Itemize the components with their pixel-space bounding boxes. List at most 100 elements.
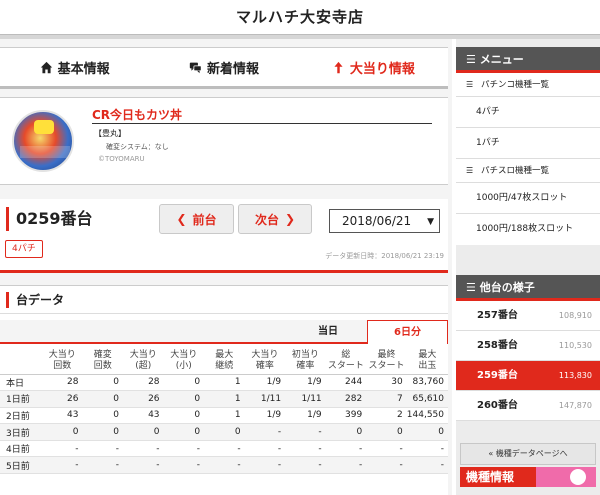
table-cell: -	[204, 440, 245, 458]
other-unit-258番台[interactable]: 258番台 110,530	[456, 331, 600, 361]
machine-kakuhen-system: 確変システム：なし	[106, 143, 169, 151]
tab-6days[interactable]: 6日分	[367, 320, 448, 344]
other-units-list: 257番台 108,910 258番台 110,530 259番台 113,830 260番…	[456, 301, 600, 421]
table-cell: -	[244, 440, 286, 458]
menu-item-4pachi[interactable]: 4パチ	[456, 97, 600, 128]
slot-header-label: パチスロ機種一覧	[481, 166, 550, 176]
other-units-title: 他台の様子	[479, 281, 535, 294]
table-body: 本日 28 0 28 0 1 1/9 1/9 244 30 83,760 1日前 26 0 26 0 1 1/11…	[0, 374, 448, 475]
table-cell: 28	[122, 374, 164, 392]
sidebar: ☰ メニュー ☰ パチンコ機種一覧 4パチ 1パチ ☰ パチスロ機種一覧 1000円…	[456, 39, 600, 495]
machine-image	[12, 110, 74, 172]
table-cell: 43	[41, 407, 83, 425]
row-label: 5日前	[0, 456, 42, 475]
menu-item-slot-47[interactable]: 1000円/47枚スロット	[456, 183, 600, 214]
column-header: 最大 出玉	[406, 348, 448, 375]
table-cell: 83,760	[406, 374, 448, 392]
table-header-row: 大当り 回数 確変 回数 大当り (超) 大当り (小) 最大 継続 大当り 確率 初当り 確率総スタート…	[0, 348, 448, 375]
other-unit-number: 258番台	[477, 340, 518, 351]
nav-jackpot-info[interactable]: 大当り情報	[299, 48, 448, 86]
table-cell: -	[325, 440, 367, 458]
other-unit-259番台[interactable]: 259番台 113,830	[456, 361, 600, 391]
pachinko-header-label: パチンコ機種一覧	[481, 80, 550, 90]
table-cell: 399	[325, 407, 367, 425]
table-row: 2日前 43 0 43 0 1 1/9 1/9 399 2 144,550	[0, 407, 448, 425]
column-header: 総スタート	[325, 348, 367, 375]
data-tabs: 当日 6日分	[0, 320, 448, 344]
menu-header: ☰ メニュー	[456, 47, 600, 73]
table-cell: 1/11	[244, 390, 286, 408]
table-cell: 0	[41, 423, 83, 441]
table-row: 3日前 0 0 0 0 0- -0 0 0	[0, 423, 448, 441]
machine-name[interactable]: CR今日もカツ丼	[92, 106, 182, 123]
table-row: 1日前 26 0 26 0 1 1/11 1/11 282 7 65,610	[0, 390, 448, 408]
table-cell: -	[285, 440, 326, 458]
nav-news[interactable]: 新着情報	[149, 48, 298, 86]
table-cell: -	[244, 423, 286, 441]
next-unit-button[interactable]: 次台 ❯	[238, 204, 312, 234]
up-arrow-icon	[334, 61, 343, 73]
prev-unit-button[interactable]: ❮ 前台	[159, 204, 234, 234]
table-cell: 0	[163, 407, 205, 425]
list-icon: ☰	[466, 166, 474, 175]
nav-label: 新着情報	[206, 61, 259, 77]
table-cell: -	[163, 440, 205, 458]
table-cell: -	[41, 440, 83, 458]
table-cell: -	[122, 440, 164, 458]
accent-bar	[6, 292, 9, 308]
home-icon	[40, 61, 52, 73]
column-header: 大当り (超)	[122, 348, 164, 375]
chevron-left-icon: ❮	[176, 212, 187, 226]
chevron-right-icon: ❯	[284, 212, 296, 226]
date-value: 2018/06/21	[342, 214, 412, 228]
nav-basic-info[interactable]: 基本情報	[0, 48, 149, 86]
table-cell: 0	[82, 374, 123, 392]
table-cell: -	[163, 456, 205, 475]
table-cell: 282	[325, 390, 367, 408]
date-select[interactable]: 2018/06/21 ▼	[329, 209, 440, 233]
table-cell: -	[82, 456, 123, 475]
table-cell: 0	[366, 423, 407, 441]
unit-number: 0259番台	[16, 209, 93, 228]
nav-label: 基本情報	[57, 61, 110, 77]
top-nav: 基本情報 新着情報 大当り情報	[0, 47, 448, 89]
table-cell: -	[122, 456, 164, 475]
table-cell: 0	[122, 423, 164, 441]
table-cell: 0	[163, 390, 205, 408]
table-row: 本日 28 0 28 0 1 1/9 1/9 244 30 83,760	[0, 374, 448, 392]
table-cell: 0	[204, 423, 245, 441]
table-cell: 0	[325, 423, 367, 441]
arrow-icon	[570, 469, 586, 485]
table-cell: -	[41, 456, 83, 475]
other-units-panel: ☰ 他台の様子 257番台 108,910 258番台 110,530 259番台 113…	[456, 275, 600, 421]
menu-item-1pachi[interactable]: 1パチ	[456, 128, 600, 159]
rate-tag: 4パチ	[5, 240, 43, 258]
menu-item-slot-188[interactable]: 1000円/188枚スロット	[456, 214, 600, 245]
next-unit-label: 次台	[254, 212, 279, 227]
table-cell: 1/9	[244, 407, 286, 425]
table-cell: 144,550	[406, 407, 448, 425]
column-header: 最終 スタート	[366, 348, 407, 375]
table-row: 5日前 - - - - - - - - - -	[0, 456, 448, 475]
list-icon: ☰	[466, 281, 476, 294]
data-card-title: 台データ	[16, 293, 65, 307]
table-cell: -	[285, 423, 326, 441]
column-header	[0, 348, 42, 375]
slot-list-header: ☰ パチスロ機種一覧	[456, 159, 600, 183]
row-label: 本日	[0, 374, 42, 392]
other-unit-260番台[interactable]: 260番台 147,870	[456, 391, 600, 421]
other-unit-number: 260番台	[477, 400, 518, 411]
row-label: 4日前	[0, 440, 42, 458]
tab-today[interactable]: 当日	[289, 320, 367, 344]
other-unit-257番台[interactable]: 257番台 108,910	[456, 301, 600, 331]
column-header: 大当り 確率	[244, 348, 286, 375]
table-cell: 0	[82, 390, 123, 408]
table-cell: -	[366, 456, 407, 475]
row-label: 2日前	[0, 407, 42, 425]
machine-copyright: ©TOYOMARU	[98, 155, 145, 163]
column-header: 確変 回数	[82, 348, 123, 375]
unit-data-table: 大当り 回数 確変 回数 大当り (超) 大当り (小) 最大 継続 大当り 確率 初当り 確率総スタート…	[0, 348, 448, 475]
machine-info-banner[interactable]: 機種情報	[460, 453, 596, 495]
table-cell: 28	[41, 374, 83, 392]
table-cell: 7	[366, 390, 407, 408]
